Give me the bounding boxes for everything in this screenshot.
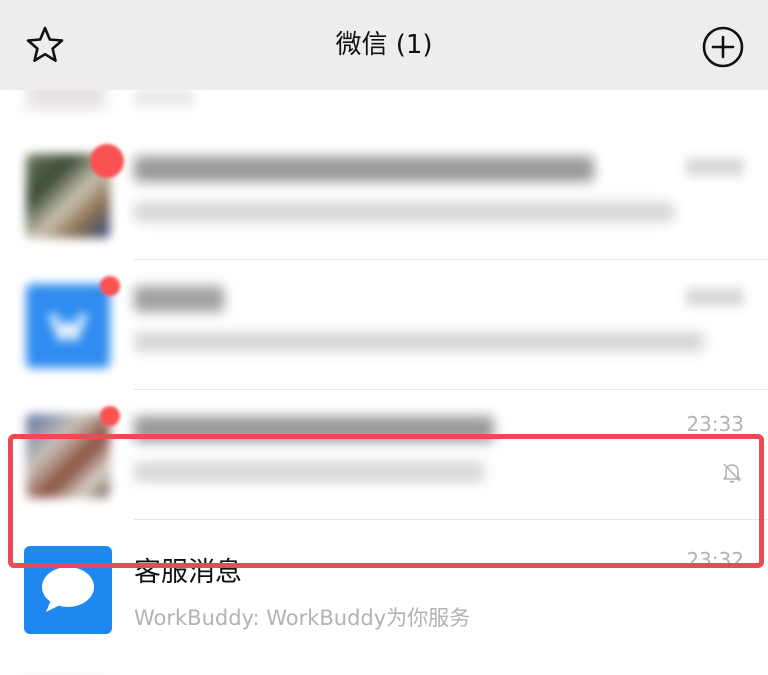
chat-time: 23:32 <box>686 548 744 572</box>
chat-list-item[interactable] <box>0 260 768 390</box>
chat-list-item-customer-service[interactable]: 客服消息 WorkBuddy: WorkBuddy为你服务 23:32 <box>0 524 768 658</box>
chat-list-item[interactable] <box>0 130 768 260</box>
chat-last-message: WorkBuddy: WorkBuddy为你服务 <box>134 606 471 630</box>
page-title: 微信 (1) <box>335 30 433 60</box>
bell-off-icon <box>723 463 741 483</box>
avatar <box>26 414 110 498</box>
blurred-time <box>686 288 744 306</box>
chat-list-item[interactable]: 23:33 <box>0 390 768 520</box>
blurred-name <box>134 286 224 312</box>
blurred-message <box>134 202 674 222</box>
blurred-name <box>134 416 494 442</box>
unread-badge <box>100 276 120 296</box>
blurred-name <box>134 156 594 182</box>
blurred-message <box>134 462 484 482</box>
plus-circle-icon[interactable] <box>700 24 746 70</box>
chat-time: 23:33 <box>686 412 744 436</box>
chat-bubble-icon <box>42 567 94 612</box>
chat-name: 客服消息 <box>134 557 242 588</box>
unread-badge <box>100 406 120 426</box>
blue-app-icon <box>48 312 88 342</box>
blurred-message <box>134 90 194 106</box>
chat-list[interactable]: 23:33 客服消息 WorkBuddy: WorkBuddy为你服务 23:3… <box>0 70 768 675</box>
blurred-message <box>134 332 704 352</box>
avatar <box>24 546 112 634</box>
top-nav-bar: 微信 (1) <box>0 0 768 90</box>
avatar <box>26 284 110 368</box>
divider <box>134 519 768 520</box>
blurred-time <box>686 158 744 176</box>
unread-badge <box>90 144 124 178</box>
